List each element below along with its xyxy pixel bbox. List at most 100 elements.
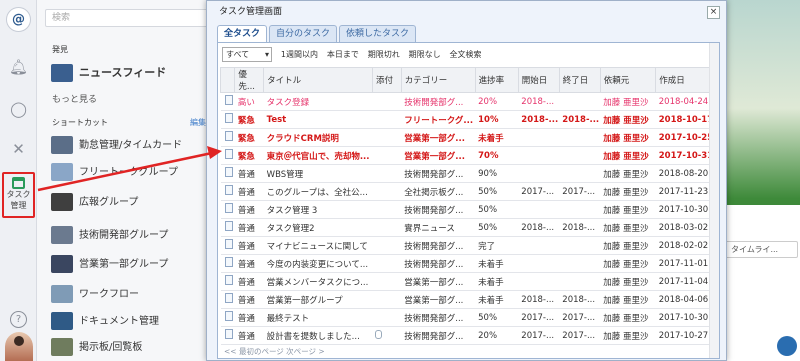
- cell-requester: 加藤 亜里沙: [600, 110, 656, 129]
- cell-end: [559, 146, 601, 165]
- cell-priority: 普通: [234, 164, 264, 183]
- cell-title[interactable]: マイナビニュースに関して: [263, 236, 373, 255]
- cell-title[interactable]: Test: [263, 110, 373, 129]
- group-thumbnail-icon: [51, 226, 73, 244]
- cell-title[interactable]: このグループは、全社公...: [263, 182, 373, 201]
- cell-title[interactable]: タスク登録: [263, 92, 373, 111]
- avatar[interactable]: [5, 332, 33, 361]
- cell-title[interactable]: 営業第一部グループ: [263, 290, 373, 309]
- app-logo-icon[interactable]: @: [6, 7, 31, 32]
- cell-priority: 普通: [234, 326, 264, 345]
- cell-priority: 高い: [234, 92, 264, 111]
- attachment-cell: [372, 200, 402, 219]
- table-row[interactable]: 普通 営業メンバータスクにつ... 営業第一部グ... 未着手 加藤 亜里沙 2017-1…: [220, 272, 718, 291]
- table-row[interactable]: 普通 最終テスト 技術開発部グ... 50% 2017-... 2017-... 加藤 亜里…: [220, 308, 718, 327]
- cell-title[interactable]: 今度の内装変更について...: [263, 254, 373, 273]
- tab-requested-tasks[interactable]: 依頼したタスク: [339, 25, 417, 43]
- cell-priority: 普通: [234, 254, 264, 273]
- task-management-button[interactable]: タスク 管理: [2, 172, 35, 218]
- tab-all-tasks[interactable]: 全タスク: [217, 25, 268, 43]
- filter-no-deadline[interactable]: 期限なし: [409, 47, 441, 63]
- table-row[interactable]: 普通 タスク管理2 實界ニュース 50% 2018-... 2018-... 加藤 亜里沙 2…: [220, 218, 718, 237]
- table-row[interactable]: 普通 設計書を提数しました... 技術開発部グ... 20% 2017-... 2017-…: [220, 326, 718, 345]
- cell-start: 2017-...: [518, 326, 560, 345]
- sidebar-item[interactable]: 勤怠管理/タイムカード: [51, 135, 182, 157]
- table-row[interactable]: 普通 マイナビニュースに関して 技術開発部グ... 完了 加藤 亜里沙 2018-02-0…: [220, 236, 718, 255]
- tab-my-tasks[interactable]: 自分のタスク: [269, 25, 338, 43]
- show-more-link[interactable]: もっと見る: [52, 92, 97, 105]
- sidebar-item-label: ワークフロー: [79, 289, 139, 300]
- help-icon[interactable]: ?: [10, 311, 27, 328]
- cell-start: [518, 236, 560, 255]
- chat-icon[interactable]: ◯: [9, 100, 28, 119]
- table-row[interactable]: 普通 このグループは、全社公... 全社掲示板グ... 50% 2017-... 2017…: [220, 182, 718, 201]
- cell-category: 技術開発部グ...: [401, 92, 476, 111]
- cell-title[interactable]: 営業メンバータスクにつ...: [263, 272, 373, 291]
- sidebar-item[interactable]: 広報グループ: [51, 192, 138, 214]
- table-row[interactable]: 緊急 Test フリートークグ... 10% 2018-... 2018-... 加藤 亜里…: [220, 110, 718, 129]
- cell-title[interactable]: タスク管理2: [263, 218, 373, 237]
- scrollbar[interactable]: [709, 43, 719, 358]
- cell-title[interactable]: WBS管理: [263, 164, 373, 183]
- cell-end: [559, 200, 601, 219]
- column-header[interactable]: タイトル: [263, 67, 373, 93]
- cell-end: [559, 236, 601, 255]
- cell-category: 営業第一部グ...: [401, 128, 476, 147]
- cell-title[interactable]: 最終テスト: [263, 308, 373, 327]
- column-header[interactable]: カテゴリー: [400, 67, 476, 93]
- edit-shortcuts-link[interactable]: 編集: [190, 117, 206, 128]
- column-header[interactable]: 進捗率: [474, 67, 519, 93]
- cell-start: 2017-...: [518, 308, 560, 327]
- cell-priority: 緊急: [234, 110, 264, 129]
- column-header[interactable]: 終了日: [558, 67, 601, 93]
- close-icon[interactable]: ×: [707, 6, 720, 19]
- filter-fulltext-search[interactable]: 全文検索: [449, 47, 481, 63]
- floating-action-button[interactable]: [777, 336, 797, 356]
- sidebar-item[interactable]: ワークフロー: [51, 284, 139, 306]
- sidebar-item-label: 広報グループ: [79, 197, 139, 208]
- filter-within-week[interactable]: 1週間以内: [281, 47, 318, 63]
- sidebar-item[interactable]: 営業第一部グループ: [51, 254, 168, 276]
- column-header[interactable]: 開始日: [517, 67, 560, 93]
- column-header[interactable]: 依頼元: [599, 67, 657, 93]
- cell-title[interactable]: タスク管理 3: [263, 200, 373, 219]
- cell-category: 技術開発部グ...: [401, 200, 476, 219]
- table-row[interactable]: 普通 タスク管理 3 技術開発部グ... 50% 加藤 亜里沙 2017-10-30: [220, 200, 718, 219]
- filter-select[interactable]: すべて: [222, 47, 272, 62]
- table-row[interactable]: 普通 WBS管理 技術開発部グ... 90% 加藤 亜里沙 2018-08-20: [220, 164, 718, 183]
- sidebar-item[interactable]: 掲示板/回覧板: [51, 337, 142, 359]
- column-header[interactable]: 添付: [371, 67, 402, 93]
- sidebar-item-newsfeed[interactable]: ニュースフィード: [51, 62, 166, 84]
- sidebar-item[interactable]: 技術開発部グループ: [51, 225, 168, 247]
- timeline-button[interactable]: タイムライ...: [722, 241, 798, 258]
- document-icon: [225, 275, 234, 285]
- attachment-cell: [372, 146, 402, 165]
- shortcut-heading: ショートカット: [52, 118, 108, 127]
- filter-overdue[interactable]: 期限切れ: [368, 47, 400, 63]
- column-header[interactable]: 優先...: [234, 67, 265, 93]
- sidebar-item[interactable]: ドキュメント管理: [51, 311, 159, 333]
- table-row[interactable]: 普通 営業第一部グループ 営業第一部グ... 未着手 2018-... 2018-... 加…: [220, 290, 718, 309]
- cell-end: [559, 128, 601, 147]
- table-row[interactable]: 緊急 東京＠代官山で、売却物... 営業第一部グ... 70% 加藤 亜里沙 2017-1…: [220, 146, 718, 165]
- table-row[interactable]: 普通 今度の内装変更について... 技術開発部グ... 未着手 加藤 亜里沙 2017-1…: [220, 254, 718, 273]
- tools-icon[interactable]: ✕: [9, 140, 28, 159]
- column-header[interactable]: [219, 67, 236, 93]
- sidebar-item[interactable]: フリートークグループ: [51, 162, 178, 184]
- document-icon: [225, 221, 234, 231]
- cell-title[interactable]: クラウドCRM説明: [263, 128, 373, 147]
- table-row[interactable]: 緊急 クラウドCRM説明 営業第一部グ... 未着手 加藤 亜里沙 2017-10-25: [220, 128, 718, 147]
- table-row[interactable]: 高い タスク登録 技術開発部グ... 20% 2018-... 加藤 亜里沙 2018-04…: [220, 92, 718, 111]
- pagination[interactable]: << 最初のページ 次ページ >: [224, 346, 325, 357]
- filter-due-today[interactable]: 本日まで: [327, 47, 359, 63]
- cell-progress: 未着手: [475, 128, 519, 147]
- bell-icon[interactable]: 🔔︎: [9, 58, 28, 77]
- attachment-cell: [372, 290, 402, 309]
- cell-title[interactable]: 設計書を提数しました...: [263, 326, 373, 345]
- attachment-icon[interactable]: [375, 329, 383, 339]
- cell-end: 2017-...: [559, 326, 601, 345]
- cell-title[interactable]: 東京＠代官山で、売却物...: [263, 146, 373, 165]
- cell-requester: 加藤 亜里沙: [600, 92, 656, 111]
- cell-requester: 加藤 亜里沙: [600, 254, 656, 273]
- cell-end: 2017-...: [559, 308, 601, 327]
